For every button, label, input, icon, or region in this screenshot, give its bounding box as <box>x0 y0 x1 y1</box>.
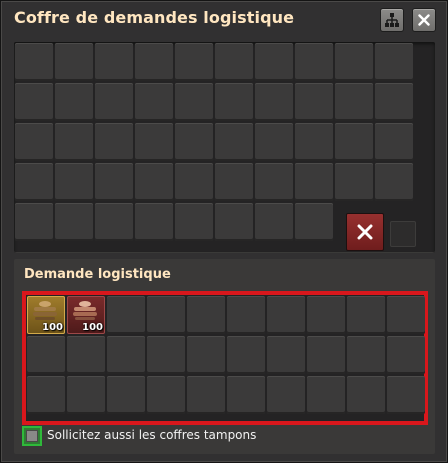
inventory-slot[interactable] <box>375 123 413 161</box>
request-slot[interactable] <box>147 336 185 374</box>
inventory-slot[interactable] <box>175 43 213 81</box>
request-slot[interactable]: 100 <box>27 296 65 334</box>
request-slot[interactable] <box>267 296 305 334</box>
inventory-slot[interactable] <box>295 163 333 201</box>
inventory-slot[interactable] <box>15 203 53 241</box>
inventory-slot[interactable] <box>375 43 413 81</box>
request-slot[interactable] <box>227 336 265 374</box>
request-slot[interactable] <box>267 376 305 414</box>
inventory-slot[interactable] <box>135 203 173 241</box>
inventory-slot[interactable] <box>135 83 173 121</box>
title-bar[interactable]: Coffre de demandes logistique <box>1 1 447 37</box>
inventory-slot[interactable] <box>215 203 253 241</box>
inventory-slot[interactable] <box>175 123 213 161</box>
logistic-network-button[interactable] <box>380 8 404 32</box>
request-slot[interactable] <box>187 336 225 374</box>
inventory-slot[interactable] <box>175 163 213 201</box>
clear-request-button[interactable] <box>346 213 384 251</box>
inventory-slot[interactable] <box>95 123 133 161</box>
request-slot[interactable] <box>347 376 385 414</box>
request-slot[interactable] <box>227 296 265 334</box>
inventory-slot[interactable] <box>375 83 413 121</box>
inventory-slot[interactable] <box>135 43 173 81</box>
request-slot[interactable] <box>27 376 65 414</box>
inventory-slot[interactable] <box>215 163 253 201</box>
inventory-slot[interactable] <box>255 163 293 201</box>
inventory-slot[interactable] <box>55 83 93 121</box>
inventory-slot[interactable] <box>295 83 333 121</box>
close-icon <box>418 14 430 26</box>
inventory-slot[interactable] <box>15 163 53 201</box>
inventory-slot[interactable] <box>215 123 253 161</box>
request-slot[interactable] <box>387 336 425 374</box>
buffer-checkbox-highlight[interactable] <box>22 426 42 446</box>
buffer-checkbox[interactable] <box>26 430 38 442</box>
inventory-slot[interactable] <box>95 43 133 81</box>
logistic-network-icon <box>385 13 399 27</box>
section-title: Demande logistique <box>24 267 171 282</box>
disabled-slot-toggle <box>390 221 416 247</box>
inventory-slot[interactable] <box>255 43 293 81</box>
inventory-slot[interactable] <box>255 123 293 161</box>
inventory-slot[interactable] <box>95 203 133 241</box>
request-slot[interactable] <box>187 296 225 334</box>
request-slot[interactable] <box>307 376 345 414</box>
close-button[interactable] <box>412 8 436 32</box>
inventory-slot[interactable] <box>15 43 53 81</box>
inventory-slot[interactable] <box>335 83 373 121</box>
request-slot[interactable] <box>267 336 305 374</box>
inventory-slot[interactable] <box>215 43 253 81</box>
request-slot[interactable]: 100 <box>67 296 105 334</box>
inventory-slot[interactable] <box>55 163 93 201</box>
inventory-slot[interactable] <box>55 123 93 161</box>
request-slot[interactable] <box>227 376 265 414</box>
inventory-slot[interactable] <box>55 203 93 241</box>
inventory-slot[interactable] <box>295 203 333 241</box>
inventory-slot[interactable] <box>375 163 413 201</box>
request-slot[interactable] <box>107 336 145 374</box>
inventory-slot[interactable] <box>335 123 373 161</box>
logistic-request-chest-window: Coffre de demandes logistique Demande lo… <box>0 0 448 463</box>
inventory-slot[interactable] <box>295 43 333 81</box>
request-slots-frame: 100 100 <box>22 291 428 425</box>
request-slot[interactable] <box>307 336 345 374</box>
item-count: 100 <box>42 322 63 333</box>
request-slot[interactable] <box>147 376 185 414</box>
request-slot[interactable] <box>147 296 185 334</box>
request-slot[interactable] <box>107 296 145 334</box>
inventory-slot[interactable] <box>95 83 133 121</box>
request-slot[interactable] <box>27 336 65 374</box>
x-icon <box>357 224 373 240</box>
request-slot[interactable] <box>67 376 105 414</box>
inventory-slot[interactable] <box>335 43 373 81</box>
inventory-slot[interactable] <box>175 83 213 121</box>
inventory-slot[interactable] <box>255 83 293 121</box>
inventory-slot[interactable] <box>175 203 213 241</box>
request-slot[interactable] <box>307 296 345 334</box>
inventory-slot[interactable] <box>215 83 253 121</box>
request-slot[interactable] <box>387 296 425 334</box>
window-title: Coffre de demandes logistique <box>14 8 295 27</box>
inventory-slot[interactable] <box>335 163 373 201</box>
inventory-slot[interactable] <box>135 123 173 161</box>
inventory-slot[interactable] <box>135 163 173 201</box>
request-slot[interactable] <box>347 336 385 374</box>
inventory-slot[interactable] <box>255 203 293 241</box>
inventory-slot[interactable] <box>15 123 53 161</box>
request-slot[interactable] <box>387 376 425 414</box>
inventory-slot[interactable] <box>295 123 333 161</box>
item-count: 100 <box>82 322 103 333</box>
request-slot[interactable] <box>107 376 145 414</box>
request-slot[interactable] <box>347 296 385 334</box>
buffer-checkbox-label[interactable]: Sollicitez aussi les coffres tampons <box>47 428 256 442</box>
inventory-slot[interactable] <box>55 43 93 81</box>
inventory-slot[interactable] <box>95 163 133 201</box>
inventory-slot[interactable] <box>15 83 53 121</box>
request-slot[interactable] <box>187 376 225 414</box>
request-slot[interactable] <box>67 336 105 374</box>
